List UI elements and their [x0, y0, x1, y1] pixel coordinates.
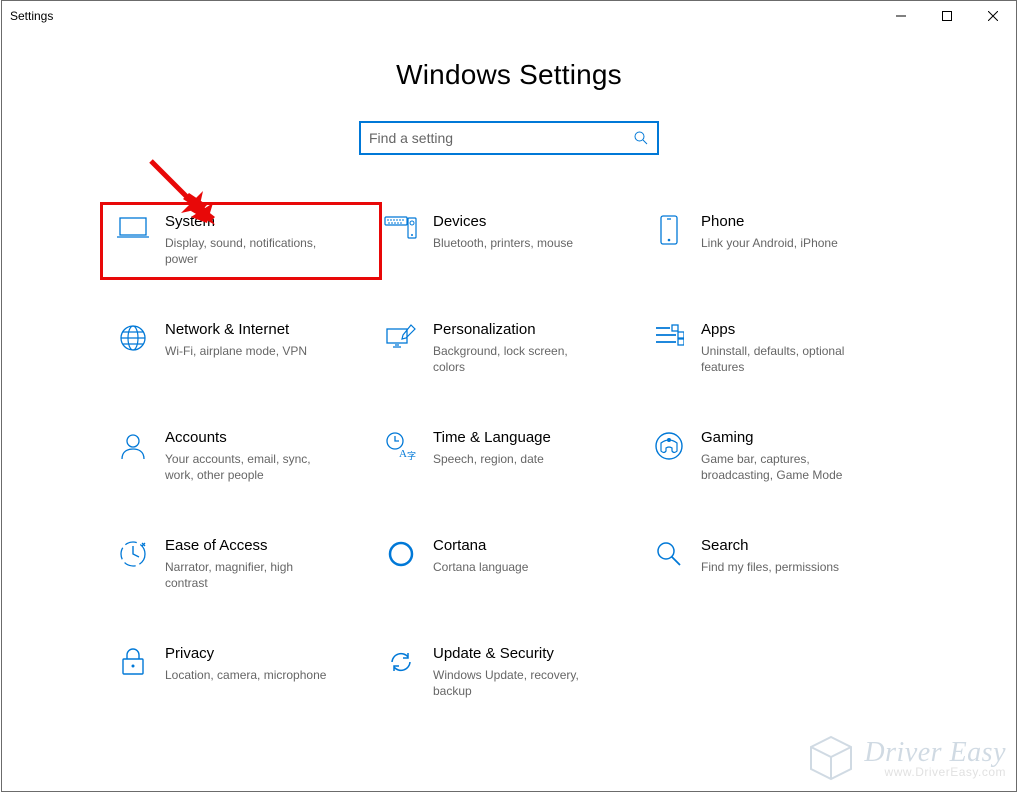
tile-system[interactable]: System Display, sound, notifications, po…: [107, 209, 375, 273]
phone-icon: [649, 213, 689, 245]
svg-text:A: A: [399, 448, 407, 460]
privacy-icon: [113, 645, 153, 677]
content-area: Windows Settings System Display, sound, …: [2, 31, 1016, 791]
tile-desc: Location, camera, microphone: [165, 667, 326, 683]
tile-privacy[interactable]: Privacy Location, camera, microphone: [107, 641, 375, 705]
tile-title: Time & Language: [433, 429, 551, 447]
tile-desc: Background, lock screen, colors: [433, 343, 603, 375]
tile-update-security[interactable]: Update & Security Windows Update, recove…: [375, 641, 643, 705]
devices-icon: [381, 213, 421, 241]
tile-accounts[interactable]: Accounts Your accounts, email, sync, wor…: [107, 425, 375, 489]
tile-desc: Game bar, captures, broadcasting, Game M…: [701, 451, 871, 483]
tile-desc: Speech, region, date: [433, 451, 551, 467]
tile-gaming[interactable]: Gaming Game bar, captures, broadcasting,…: [643, 425, 911, 489]
search-category-icon: [649, 537, 689, 569]
page-title: Windows Settings: [2, 59, 1016, 91]
system-icon: [113, 213, 153, 241]
tile-phone[interactable]: Phone Link your Android, iPhone: [643, 209, 911, 273]
tile-title: Personalization: [433, 321, 603, 339]
tile-cortana[interactable]: Cortana Cortana language: [375, 533, 643, 597]
apps-icon: [649, 321, 689, 349]
tile-title: Phone: [701, 213, 838, 231]
tile-desc: Link your Android, iPhone: [701, 235, 838, 251]
tile-desc: Cortana language: [433, 559, 528, 575]
tile-desc: Wi-Fi, airplane mode, VPN: [165, 343, 307, 359]
tile-desc: Windows Update, recovery, backup: [433, 667, 603, 699]
tile-title: Privacy: [165, 645, 326, 663]
minimize-icon: [896, 11, 906, 21]
ease-of-access-icon: [113, 537, 153, 569]
tile-title: Update & Security: [433, 645, 603, 663]
personalization-icon: [381, 321, 421, 351]
update-icon: [381, 645, 421, 677]
tile-devices[interactable]: Devices Bluetooth, printers, mouse: [375, 209, 643, 273]
tile-desc: Find my files, permissions: [701, 559, 839, 575]
maximize-button[interactable]: [924, 1, 970, 31]
cortana-icon: [381, 537, 421, 569]
accounts-icon: [113, 429, 153, 461]
watermark-logo-icon: [806, 733, 856, 783]
title-bar: Settings: [2, 1, 1016, 31]
tile-network[interactable]: Network & Internet Wi-Fi, airplane mode,…: [107, 317, 375, 381]
tile-title: Gaming: [701, 429, 871, 447]
search-input[interactable]: [369, 130, 633, 146]
categories-grid: System Display, sound, notifications, po…: [2, 209, 1016, 705]
maximize-icon: [942, 11, 952, 21]
tile-title: Ease of Access: [165, 537, 335, 555]
gaming-icon: [649, 429, 689, 461]
tile-personalization[interactable]: Personalization Background, lock screen,…: [375, 317, 643, 381]
tile-title: System: [165, 213, 335, 231]
search-box[interactable]: [359, 121, 659, 155]
tile-title: Cortana: [433, 537, 528, 555]
close-button[interactable]: [970, 1, 1016, 31]
tile-time-language[interactable]: A字 Time & Language Speech, region, date: [375, 425, 643, 489]
tile-ease-of-access[interactable]: Ease of Access Narrator, magnifier, high…: [107, 533, 375, 597]
tile-title: Apps: [701, 321, 871, 339]
window-title: Settings: [10, 9, 53, 23]
minimize-button[interactable]: [878, 1, 924, 31]
search-icon: [633, 130, 649, 146]
tile-title: Search: [701, 537, 839, 555]
close-icon: [988, 11, 998, 21]
tile-desc: Your accounts, email, sync, work, other …: [165, 451, 335, 483]
tile-desc: Bluetooth, printers, mouse: [433, 235, 573, 251]
watermark-sub: www.DriverEasy.com: [864, 765, 1006, 779]
tile-desc: Display, sound, notifications, power: [165, 235, 335, 267]
watermark: Driver Easy www.DriverEasy.com: [806, 733, 1006, 783]
svg-text:字: 字: [407, 450, 416, 461]
tile-title: Network & Internet: [165, 321, 307, 339]
tile-apps[interactable]: Apps Uninstall, defaults, optional featu…: [643, 317, 911, 381]
window-controls: [878, 1, 1016, 31]
tile-title: Accounts: [165, 429, 335, 447]
tile-search[interactable]: Search Find my files, permissions: [643, 533, 911, 597]
globe-icon: [113, 321, 153, 353]
time-language-icon: A字: [381, 429, 421, 461]
tile-title: Devices: [433, 213, 573, 231]
tile-desc: Uninstall, defaults, optional features: [701, 343, 871, 375]
tile-desc: Narrator, magnifier, high contrast: [165, 559, 335, 591]
search-wrap: [2, 121, 1016, 155]
settings-window: Settings Windows Settings: [1, 0, 1017, 792]
